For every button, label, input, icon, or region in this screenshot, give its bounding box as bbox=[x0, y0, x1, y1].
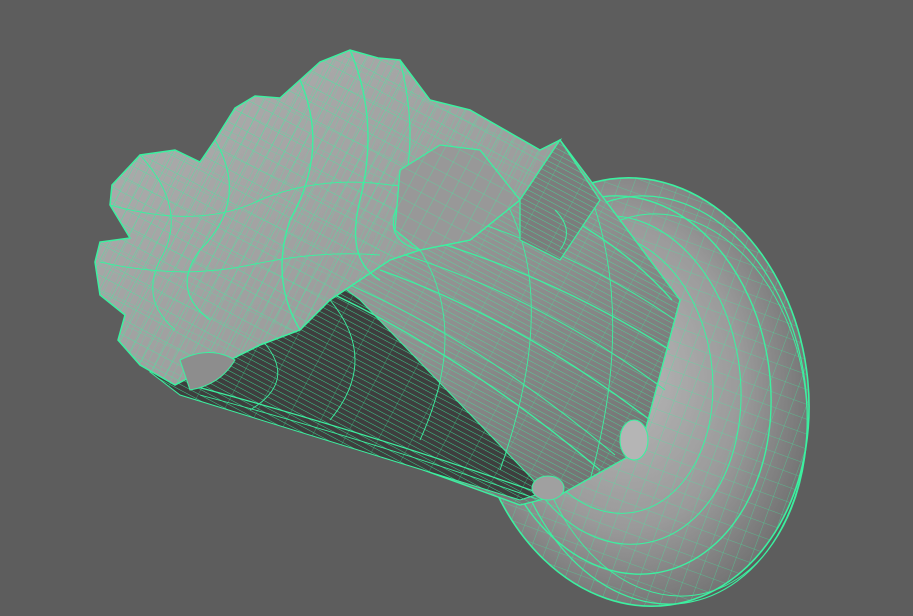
wireframe-mesh-canvas[interactable] bbox=[0, 0, 913, 616]
3d-viewport[interactable] bbox=[0, 0, 913, 616]
